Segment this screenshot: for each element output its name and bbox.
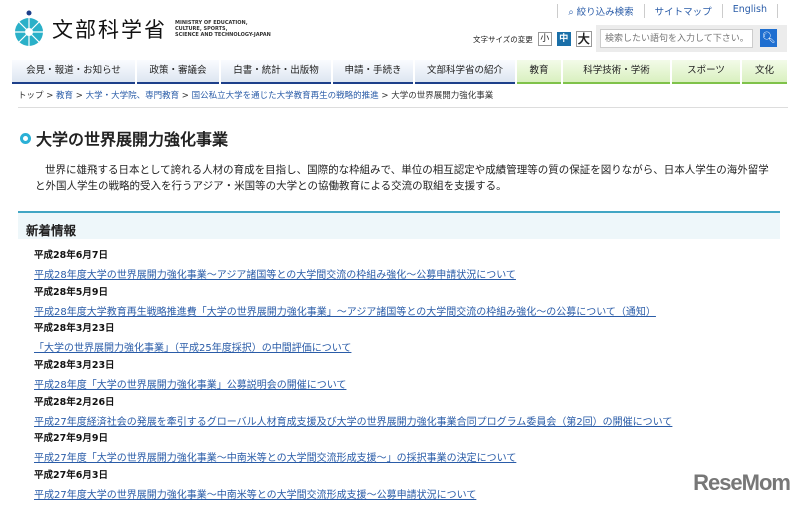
utility-links: ⌕ 絞り込み検索 サイトマップ English [557, 4, 778, 18]
news-item: 平成28年6月7日平成28年度大学の世界展開力強化事業～アジア諸国等との大学間交… [34, 249, 784, 286]
news-item: 平成28年5月9日平成28年度大学教育再生戦略推進費「大学の世界展開力強化事業」… [34, 286, 784, 323]
breadcrumb-strategy[interactable]: 国公私立大学を通じた大学教育再生の戦略的推進 [192, 91, 379, 101]
news-list: 平成28年6月7日平成28年度大学の世界展開力強化事業～アジア諸国等との大学間交… [34, 249, 784, 506]
nav-science[interactable]: 科学技術・学術 [563, 60, 670, 84]
resemom-watermark: ReseMom [693, 470, 791, 495]
sitemap-link[interactable]: サイトマップ [643, 4, 722, 18]
title-bullet-icon [20, 132, 31, 144]
english-link[interactable]: English [721, 4, 778, 18]
news-link[interactable]: 平成27年度「大学の世界展開力強化事業～中南米等との大学間交流形成支援～」の採択… [34, 452, 516, 466]
nav-culture[interactable]: 文化 [742, 60, 787, 84]
news-link[interactable]: 平成27年度経済社会の発展を牽引するグローバル人材育成支援及び大学の世界展開力強… [34, 416, 672, 430]
nav-publications[interactable]: 白書・統計・出版物 [221, 60, 331, 84]
news-date: 平成28年6月7日 [34, 250, 108, 261]
breadcrumb-current: 大学の世界展開力強化事業 [391, 91, 494, 101]
news-link[interactable]: 「大学の世界展開力強化事業」（平成25年度採択）の中間評価について [34, 342, 351, 356]
search-panel: 🔍︎ [596, 25, 787, 52]
news-date: 平成28年5月9日 [34, 286, 108, 298]
page-title-text: 大学の世界展開力強化事業 [36, 130, 229, 149]
nav-education[interactable]: 教育 [517, 60, 561, 84]
font-size-large-button[interactable]: 大 [575, 31, 592, 47]
font-size-small-button[interactable]: 小 [537, 32, 552, 46]
breadcrumb: トップ > 教育 > 大学・大学院、専門教育 > 国公私立大学を通じた大学教育再… [18, 89, 788, 108]
logo-emblem-icon [15, 10, 43, 46]
news-item: 平成28年2月26日平成27年度経済社会の発展を牽引するグローバル人材育成支援及… [34, 396, 784, 433]
nav-applications[interactable]: 申請・手続き [333, 60, 413, 84]
nav-policy[interactable]: 政策・審議会 [137, 60, 219, 84]
news-date: 平成27年9月9日 [34, 433, 108, 445]
ministry-logo[interactable]: 文部科学省 MINISTRY OF EDUCATION, CULTURE, SP… [12, 10, 271, 48]
breadcrumb-education[interactable]: 教育 [56, 91, 73, 101]
news-link[interactable]: 平成28年度大学教育再生戦略推進費「大学の世界展開力強化事業」～アジア諸国等との… [34, 306, 656, 320]
search-icon: 🔍︎ [761, 32, 776, 44]
refine-search-link[interactable]: ⌕ 絞り込み検索 [557, 4, 643, 18]
logo-english: MINISTRY OF EDUCATION, CULTURE, SPORTS, … [175, 20, 271, 38]
news-item: 平成27年9月9日平成27年度「大学の世界展開力強化事業～中南米等との大学間交流… [34, 432, 784, 469]
news-link[interactable]: 平成27年度大学の世界展開力強化事業～中南米等との大学間交流形成支援～公募申請状… [34, 489, 476, 503]
breadcrumb-top[interactable]: トップ [18, 91, 44, 101]
nav-press[interactable]: 会見・報道・お知らせ [12, 60, 135, 84]
news-item: 平成28年3月23日「大学の世界展開力強化事業」（平成25年度採択）の中間評価に… [34, 322, 784, 359]
font-size-medium-button[interactable]: 中 [556, 32, 571, 46]
search-input[interactable] [600, 29, 753, 48]
logo-en-line: SCIENCE AND TECHNOLOGY-JAPAN [175, 32, 271, 38]
news-date: 平成28年2月26日 [34, 396, 115, 408]
lead-paragraph: 世界に雄飛する日本として誇れる人材の育成を目指し、国際的な枠組みで、単位の相互認… [35, 164, 769, 192]
font-size-changer: 文字サイズの変更 小 中 大 [473, 31, 592, 47]
nav-about[interactable]: 文部科学省の紹介 [415, 60, 515, 84]
nav-sports[interactable]: スポーツ [672, 60, 740, 84]
news-date: 平成27年6月3日 [34, 470, 108, 482]
news-date: 平成28年3月23日 [34, 360, 115, 372]
search-button[interactable]: 🔍︎ [760, 29, 777, 47]
news-item: 平成27年6月3日平成27年度大学の世界展開力強化事業～中南米等との大学間交流形… [34, 469, 784, 506]
news-heading: 新着情報 [18, 211, 780, 239]
news-item: 平成28年3月23日平成28年度「大学の世界展開力強化事業」公募説明会の開催につ… [34, 359, 784, 396]
news-link[interactable]: 平成28年度「大学の世界展開力強化事業」公募説明会の開催について [34, 379, 346, 393]
logo-name: 文部科学省 [52, 18, 167, 42]
font-size-label: 文字サイズの変更 [473, 34, 533, 44]
page-title: 大学の世界展開力強化事業 [20, 126, 228, 150]
news-date: 平成28年3月23日 [34, 323, 115, 335]
global-nav: 会見・報道・お知らせ 政策・審議会 白書・統計・出版物 申請・手続き 文部科学省… [12, 60, 787, 84]
news-link[interactable]: 平成28年度大学の世界展開力強化事業～アジア諸国等との大学間交流の枠組み強化～公… [34, 269, 516, 283]
breadcrumb-university[interactable]: 大学・大学院、専門教育 [86, 91, 180, 101]
refine-search-label: 絞り込み検索 [576, 7, 634, 18]
